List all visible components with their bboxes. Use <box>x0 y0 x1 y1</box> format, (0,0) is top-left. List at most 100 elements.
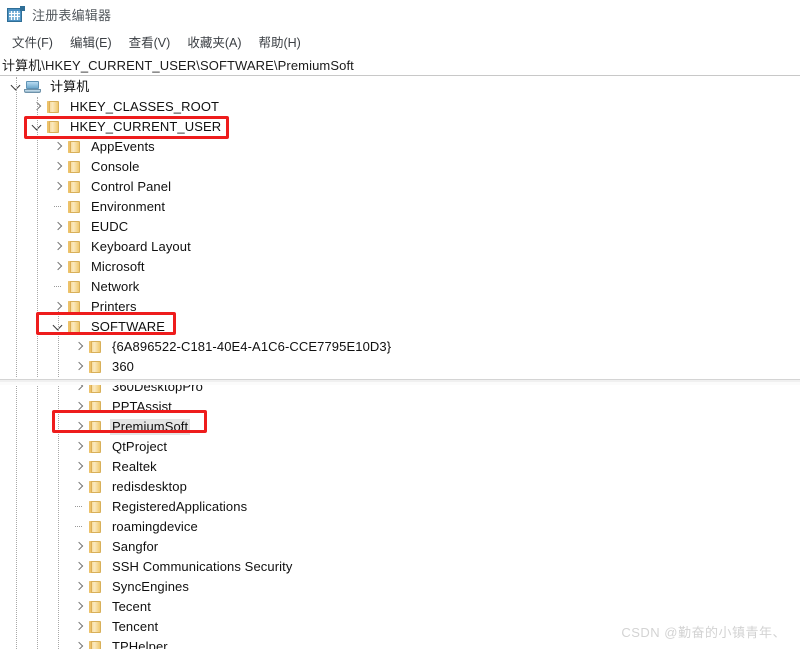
chevron-right-icon[interactable] <box>50 137 66 157</box>
folder-icon <box>66 300 82 314</box>
folder-icon <box>87 520 103 534</box>
registry-editor-icon <box>7 6 25 23</box>
title-bar: 注册表编辑器 <box>0 0 800 29</box>
tree-row[interactable]: RegisteredApplications <box>0 497 800 517</box>
tree-row[interactable]: Environment <box>0 197 800 217</box>
tree-label: SSH Communications Security <box>112 559 293 574</box>
tree-row[interactable]: Console <box>0 157 800 177</box>
registry-tree[interactable]: 计算机 HKEY_CLASSES_ROOT HKEY_CURRENT_USER App… <box>0 77 800 649</box>
folder-icon <box>66 320 82 334</box>
chevron-right-icon[interactable] <box>71 477 87 497</box>
tree-row[interactable]: QtProject <box>0 437 800 457</box>
tree-row[interactable]: Network <box>0 277 800 297</box>
folder-icon <box>87 560 103 574</box>
tree-row[interactable]: roamingdevice <box>0 517 800 537</box>
folder-icon <box>66 200 82 214</box>
registry-editor-window: 注册表编辑器 文件(F) 编辑(E) 查看(V) 收藏夹(A) 帮助(H) 计算机\HK… <box>0 0 800 649</box>
chevron-right-icon[interactable] <box>71 357 87 377</box>
tree-row[interactable]: Keyboard Layout <box>0 237 800 257</box>
chevron-right-icon[interactable] <box>50 177 66 197</box>
tree-label: Tencent <box>112 619 159 634</box>
tree-label: 360 <box>112 359 134 374</box>
chevron-right-icon[interactable] <box>71 397 87 417</box>
tree-row[interactable]: PPTAssist <box>0 397 800 417</box>
folder-icon <box>66 280 82 294</box>
tree-row[interactable]: redisdesktop <box>0 477 800 497</box>
tree-row[interactable]: 360 <box>0 357 800 377</box>
tree-label: SyncEngines <box>112 579 189 594</box>
tree-label: Sangfor <box>112 539 159 554</box>
tree-row[interactable]: HKEY_CLASSES_ROOT <box>0 97 800 117</box>
chevron-right-icon[interactable] <box>71 337 87 357</box>
tree-row[interactable]: EUDC <box>0 217 800 237</box>
watermark: CSDN @勤奋的小镇青年、 <box>621 625 786 640</box>
tree-row[interactable]: SSH Communications Security <box>0 557 800 577</box>
folder-icon <box>87 600 103 614</box>
tree-row[interactable]: Microsoft <box>0 257 800 277</box>
folder-icon <box>66 260 82 274</box>
tree-row[interactable]: Sangfor <box>0 537 800 557</box>
folder-icon <box>87 380 103 394</box>
tree-label: Network <box>91 279 140 294</box>
tree-row[interactable]: {6A896522-C181-40E4-A1C6-CCE7795E10D3} <box>0 337 800 357</box>
tree-label: roamingdevice <box>112 519 198 534</box>
folder-icon <box>87 540 103 554</box>
chevron-right-icon[interactable] <box>71 617 87 637</box>
folder-icon <box>87 640 103 649</box>
tree-row[interactable]: Printers <box>0 297 800 317</box>
tree-label: EUDC <box>91 219 129 234</box>
tree-row[interactable]: SOFTWARE <box>0 317 800 337</box>
folder-icon <box>87 420 103 434</box>
chevron-right-icon[interactable] <box>50 217 66 237</box>
tree-row[interactable]: Realtek <box>0 457 800 477</box>
tree-label: SOFTWARE <box>91 319 165 334</box>
menu-file[interactable]: 文件(F) <box>4 30 62 53</box>
folder-icon <box>66 160 82 174</box>
chevron-right-icon[interactable] <box>71 537 87 557</box>
chevron-right-icon[interactable] <box>71 457 87 477</box>
tree-connector <box>50 197 66 217</box>
tree-label: PPTAssist <box>112 399 172 414</box>
chevron-right-icon[interactable] <box>50 237 66 257</box>
chevron-right-icon[interactable] <box>71 597 87 617</box>
chevron-right-icon[interactable] <box>71 377 87 397</box>
chevron-right-icon[interactable] <box>50 257 66 277</box>
folder-icon <box>87 360 103 374</box>
tree-row[interactable]: Control Panel <box>0 177 800 197</box>
chevron-right-icon[interactable] <box>71 577 87 597</box>
address-bar[interactable]: 计算机\HKEY_CURRENT_USER\SOFTWARE\PremiumSo… <box>0 54 800 76</box>
tree-guide-line <box>37 97 38 649</box>
tree-label: Console <box>91 159 140 174</box>
tree-row[interactable]: HKEY_CURRENT_USER <box>0 117 800 137</box>
folder-icon <box>66 180 82 194</box>
window-title: 注册表编辑器 <box>32 8 112 23</box>
tree-row-root[interactable]: 计算机 <box>0 77 800 97</box>
tree-row[interactable]: PremiumSoft <box>0 417 800 437</box>
tree-row[interactable]: AppEvents <box>0 137 800 157</box>
tree-label: TPHelper <box>112 639 168 649</box>
tree-connector <box>50 277 66 297</box>
chevron-right-icon[interactable] <box>71 637 87 649</box>
folder-icon <box>87 500 103 514</box>
folder-icon <box>87 480 103 494</box>
menu-edit[interactable]: 编辑(E) <box>62 30 121 53</box>
chevron-right-icon[interactable] <box>71 417 87 437</box>
tree-guide-line <box>16 77 17 649</box>
tree-label: QtProject <box>112 439 168 454</box>
tree-label: Keyboard Layout <box>91 239 191 254</box>
tree-row[interactable]: SyncEngines <box>0 577 800 597</box>
chevron-right-icon[interactable] <box>71 557 87 577</box>
tree-row[interactable]: 360DesktopPro <box>0 377 800 397</box>
folder-icon <box>87 340 103 354</box>
chevron-right-icon[interactable] <box>50 157 66 177</box>
menu-help[interactable]: 帮助(H) <box>250 30 309 53</box>
folder-icon <box>45 100 61 114</box>
tree-label: redisdesktop <box>112 479 187 494</box>
menu-view[interactable]: 查看(V) <box>121 30 180 53</box>
menu-bar: 文件(F) 编辑(E) 查看(V) 收藏夹(A) 帮助(H) <box>0 30 800 53</box>
chevron-right-icon[interactable] <box>71 437 87 457</box>
tree-row[interactable]: Tecent <box>0 597 800 617</box>
tree-label: RegisteredApplications <box>112 499 248 514</box>
menu-favorites[interactable]: 收藏夹(A) <box>179 30 250 53</box>
tree-label: AppEvents <box>91 139 155 154</box>
